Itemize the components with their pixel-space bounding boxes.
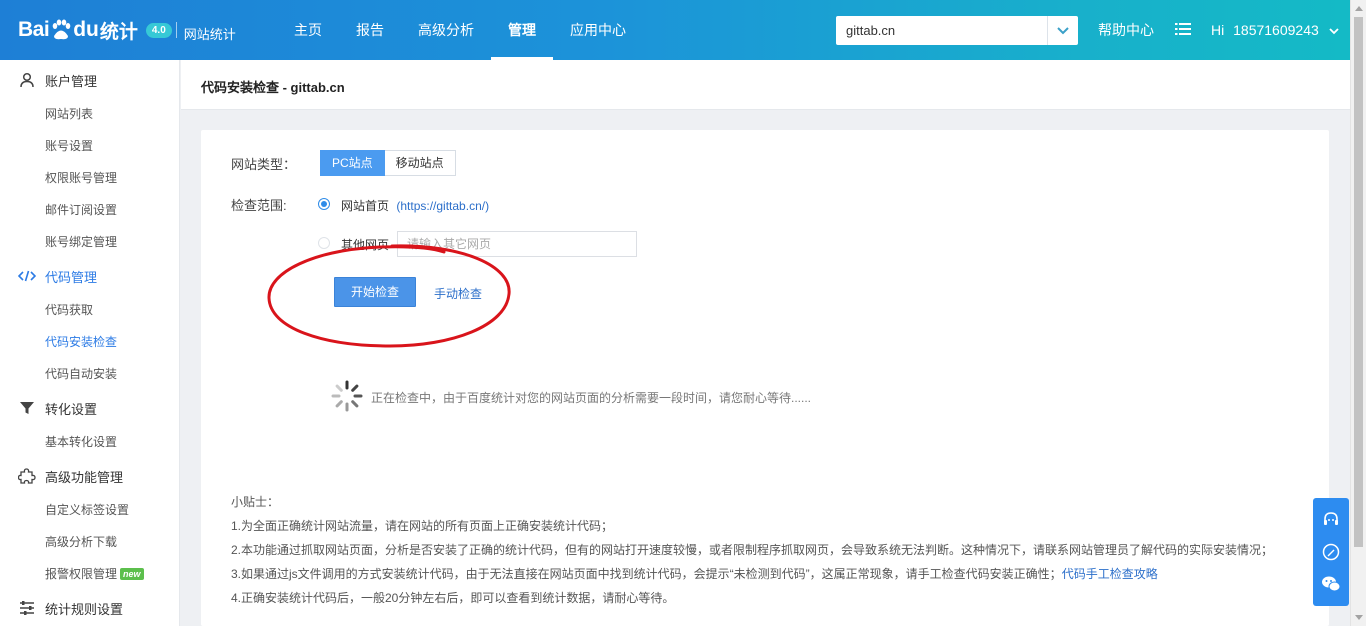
mobile-site-button[interactable]: 移动站点 [384,150,456,176]
loading-message: 正在检查中，由于百度统计对您的网站页面的分析需要一段时间，请您耐心等待.....… [371,391,812,405]
sidebar-item-alert-permissions[interactable]: 报警权限管理 new [0,558,179,590]
tip-1: 1.为全面正确统计网站流量，请在网站的所有页面上正确安装统计代码； [231,519,614,533]
top-navigation-bar: Bai du 统计 4.0 网站统计 主页 报告 高级分析 管理 应用中心 gi… [0,0,1350,60]
funnel-icon [18,399,36,417]
scroll-down-arrow-icon[interactable] [1355,615,1363,620]
sidebar-item-basic-conversion[interactable]: 基本转化设置 [0,426,179,458]
homepage-radio[interactable] [318,198,330,210]
sidebar-item-custom-tags[interactable]: 自定义标签设置 [0,494,179,526]
sidebar-group-conversion[interactable]: 转化设置 [0,390,179,426]
homepage-label: 网站首页 [341,199,390,213]
site-type-toggle: PC站点 移动站点 [320,150,456,176]
username: 18571609243 [1233,22,1319,38]
sidebar-group-label: 转化设置 [45,401,98,417]
sidebar-item-label: 报警权限管理 [45,567,118,581]
sidebar-group-label: 统计规则设置 [45,601,124,617]
logo-text-tongji: 统计 [99,21,138,43]
logo-text-bai: Bai [18,18,50,41]
puzzle-icon [18,467,36,485]
site-selector-value: gittab.cn [846,23,896,38]
sidebar: 账户管理 网站列表 账号设置 权限账号管理 邮件订阅设置 账号绑定管理 代码管理… [0,60,180,626]
scroll-up-arrow-icon[interactable] [1355,6,1363,11]
sidebar-group-advanced[interactable]: 高级功能管理 [0,458,179,494]
nav-manage[interactable]: 管理 [491,0,553,60]
logo-text-du: du [73,18,99,41]
sidebar-item-get-code[interactable]: 代码获取 [0,294,179,326]
sliders-icon [18,599,36,617]
chevron-down-icon[interactable] [1047,16,1078,45]
main-nav: 主页 报告 高级分析 管理 应用中心 [277,0,643,60]
code-icon [18,267,36,285]
tip-2: 2.本功能通过抓取网站页面，分析是否安装了正确的统计代码，但有的网站打开速度较慢… [231,543,1274,557]
sidebar-item-account-binding[interactable]: 账号绑定管理 [0,226,179,258]
user-menu[interactable]: Hi 18571609243 [1211,0,1339,60]
tip-3: 3.如果通过js文件调用的方式安装统计代码，由于无法直接在网站页面中找到统计代码… [231,562,1273,586]
sidebar-group-account[interactable]: 账户管理 [0,62,179,98]
sidebar-group-label: 账户管理 [45,73,98,89]
paw-icon [50,19,72,41]
sidebar-group-label: 代码管理 [45,269,98,285]
feedback-icon[interactable] [1320,541,1342,563]
scope-label: 检查范围: [231,198,287,213]
help-center-link[interactable]: 帮助中心 [1098,0,1154,60]
sidebar-item-account-settings[interactable]: 账号设置 [0,130,179,162]
sidebar-item-code-check[interactable]: 代码安装检查 [0,326,179,358]
nav-advanced-analysis[interactable]: 高级分析 [401,0,491,60]
homepage-option[interactable]: 网站首页 (https://gittab.cn/) [341,197,489,214]
loading-spinner-icon [331,380,363,412]
menu-list-icon[interactable] [1175,22,1191,38]
greeting: Hi [1211,22,1225,38]
new-badge: new [120,568,144,580]
pc-site-button[interactable]: PC站点 [320,150,385,176]
site-selector[interactable]: gittab.cn [836,16,1078,45]
tip-3-text: 3.如果通过js文件调用的方式安装统计代码，由于无法直接在网站页面中找到统计代码… [231,567,1062,581]
tips-title: 小贴士： [231,495,280,509]
baidu-tongji-logo[interactable]: Bai du 统计 4.0 网站统计 [18,14,236,46]
nav-reports[interactable]: 报告 [339,0,401,60]
sidebar-item-site-list[interactable]: 网站列表 [0,98,179,130]
page-scrollbar[interactable] [1350,0,1366,626]
homepage-url: (https://gittab.cn/) [396,199,490,213]
chevron-down-icon [1329,22,1339,38]
manual-check-guide-link[interactable]: 代码手工检查攻略 [1062,567,1158,581]
tip-4: 4.正确安装统计代码后，一般20分钟左右后，即可以查看到统计数据，请耐心等待。 [231,591,675,605]
scroll-thumb[interactable] [1354,17,1363,547]
sidebar-group-rules[interactable]: 统计规则设置 [0,590,179,626]
sidebar-item-permission-accounts[interactable]: 权限账号管理 [0,162,179,194]
sidebar-group-label: 高级功能管理 [45,469,124,485]
product-name: 网站统计 [183,26,236,42]
tips-section: 小贴士： 1.为全面正确统计网站流量，请在网站的所有页面上正确安装统计代码； 2… [231,490,1273,610]
sidebar-item-analysis-download[interactable]: 高级分析下载 [0,526,179,558]
customer-service-icon[interactable] [1320,509,1342,531]
red-annotation-ellipse [267,244,511,348]
nav-home[interactable]: 主页 [277,0,339,60]
nav-app-center[interactable]: 应用中心 [553,0,643,60]
sidebar-item-auto-install[interactable]: 代码自动安装 [0,358,179,390]
wechat-icon[interactable] [1320,573,1342,595]
sidebar-item-email-subscription[interactable]: 邮件订阅设置 [0,194,179,226]
sidebar-group-code[interactable]: 代码管理 [0,258,179,294]
page-title: 代码安装检查 - gittab.cn [201,80,345,95]
page-header: 代码安装检查 - gittab.cn [181,60,1350,110]
site-type-label: 网站类型： [231,157,297,172]
logo-divider [175,22,177,38]
user-icon [18,71,36,89]
version-badge: 4.0 [145,22,172,38]
floating-service-bar [1313,498,1349,606]
